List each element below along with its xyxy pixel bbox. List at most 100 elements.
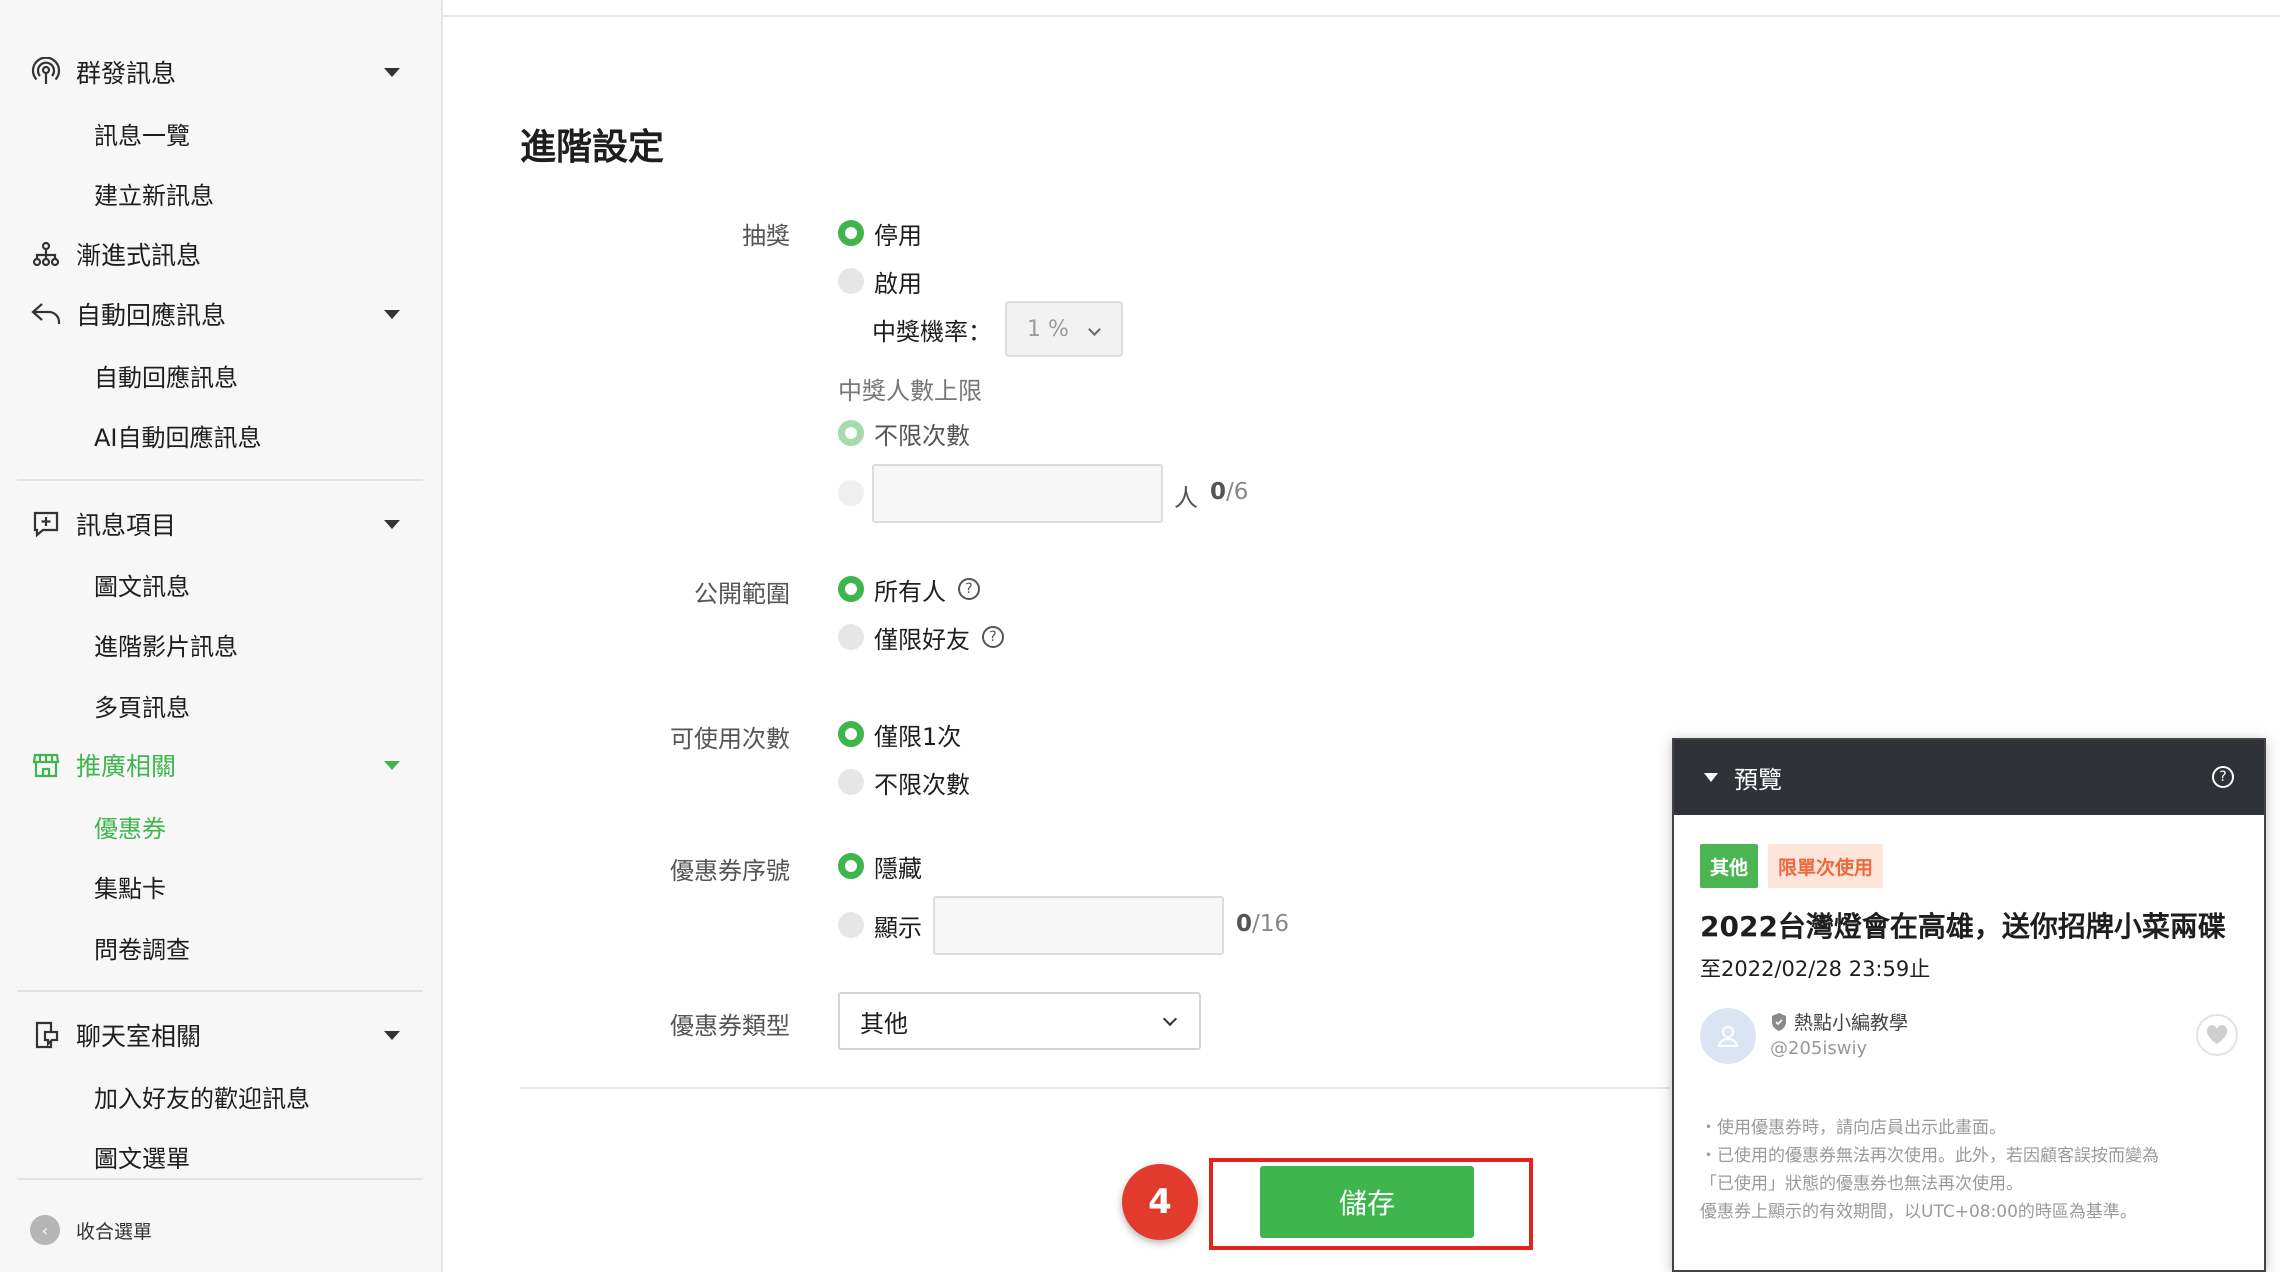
chevron-down-icon xyxy=(384,520,400,529)
sidebar: 群發訊息 訊息一覽 建立新訊息 漸進式訊息 自動回應訊息 自動回應訊息 AI自動… xyxy=(0,0,443,1272)
sidebar-group-promotion[interactable]: 推廣相關 xyxy=(30,737,410,793)
chat-room-icon xyxy=(30,1019,62,1051)
coupon-title: 2022台灣燈會在高雄，送你招牌小菜兩碟 xyxy=(1700,910,2226,943)
winners-unlimited-radio[interactable]: 不限次數 xyxy=(838,415,970,451)
chevron-down-icon xyxy=(384,1031,400,1040)
account-id: @205iswiy xyxy=(1770,1038,1868,1059)
chevron-left-icon: ‹ xyxy=(30,1215,60,1245)
sidebar-group-message-items[interactable]: 訊息項目 xyxy=(30,496,410,552)
sidebar-item-ai-auto-reply[interactable]: AI自動回應訊息 xyxy=(94,410,262,460)
chevron-down-icon xyxy=(1088,323,1101,336)
sidebar-item-reward-card[interactable]: 集點卡 xyxy=(94,861,166,911)
chevron-down-icon xyxy=(384,310,400,319)
visibility-everyone-radio[interactable]: 所有人 ? xyxy=(838,571,980,607)
sidebar-group-label: 自動回應訊息 xyxy=(76,301,227,330)
sidebar-item-rich-message[interactable]: 圖文訊息 xyxy=(94,559,190,609)
serial-show-radio[interactable]: 顯示 xyxy=(838,907,922,943)
preview-header[interactable]: 預覽 ? xyxy=(1674,740,2264,815)
flow-icon xyxy=(30,238,62,270)
sidebar-item-rich-menu[interactable]: 圖文選單 xyxy=(94,1131,190,1181)
coupon-notes: ・使用優惠券時，請向店員出示此畫面。 ・已使用的優惠券無法再次使用。此外，若因顧… xyxy=(1700,1114,2245,1226)
coupon-type-label: 優惠券類型 xyxy=(670,1012,790,1040)
winners-limit-label: 中獎人數上限 xyxy=(838,377,982,405)
usage-count-label: 可使用次數 xyxy=(670,725,790,753)
radio-unchecked xyxy=(838,480,864,506)
reply-icon xyxy=(30,298,62,330)
radio-unchecked xyxy=(838,912,864,938)
account-name: 熱點小編教學 xyxy=(1770,1008,1908,1035)
winners-count-input[interactable] xyxy=(872,464,1163,523)
note-line: 優惠券上顯示的有效期間，以UTC+08:00的時區為基準。 xyxy=(1700,1202,2137,1222)
radio-label: 隱藏 xyxy=(874,854,922,883)
favorite-button[interactable] xyxy=(2196,1014,2238,1056)
coupon-type-value: 其他 xyxy=(860,1009,908,1038)
store-icon xyxy=(30,749,62,781)
sidebar-item-coupon[interactable]: 優惠券 xyxy=(94,801,166,851)
radio-checked xyxy=(838,853,864,879)
broadcast-icon xyxy=(30,56,62,88)
sidebar-divider xyxy=(17,1178,423,1180)
lottery-enabled-radio[interactable]: 啟用 xyxy=(838,263,922,299)
caret-down-icon xyxy=(1704,773,1718,782)
preview-header-label: 預覽 xyxy=(1734,766,1782,794)
preview-panel: 預覽 ? 其他 限單次使用 2022台灣燈會在高雄，送你招牌小菜兩碟 至2022… xyxy=(1672,738,2266,1272)
sidebar-item-auto-reply[interactable]: 自動回應訊息 xyxy=(94,350,238,400)
message-plus-icon xyxy=(30,508,62,540)
radio-label: 不限次數 xyxy=(874,770,970,799)
lottery-label: 抽獎 xyxy=(742,222,790,250)
usage-once-radio[interactable]: 僅限1次 xyxy=(838,716,961,752)
radio-checked xyxy=(838,420,864,446)
save-button[interactable]: 儲存 xyxy=(1260,1166,1474,1238)
sidebar-group-label: 訊息項目 xyxy=(76,511,177,540)
sidebar-item-survey[interactable]: 問卷調查 xyxy=(94,922,190,972)
note-line: 「已使用」狀態的優惠券也無法再次使用。 xyxy=(1700,1174,2023,1194)
win-rate-select[interactable]: 1 % xyxy=(1005,301,1123,357)
form-divider xyxy=(520,1087,1670,1089)
help-icon[interactable]: ? xyxy=(982,626,1004,648)
chevron-down-icon xyxy=(384,761,400,770)
radio-label: 停用 xyxy=(874,221,922,250)
coupon-type-select[interactable]: 其他 xyxy=(838,992,1201,1050)
radio-unchecked xyxy=(838,624,864,650)
radio-label: 僅限1次 xyxy=(874,722,962,751)
usage-limit-tag: 限單次使用 xyxy=(1768,844,1884,888)
radio-label: 所有人 xyxy=(874,577,946,606)
sidebar-group-label: 推廣相關 xyxy=(76,752,177,781)
radio-label: 啟用 xyxy=(874,269,922,298)
sidebar-group-auto-reply[interactable]: 自動回應訊息 xyxy=(30,286,410,342)
radio-checked xyxy=(838,721,864,747)
top-divider xyxy=(443,15,2280,17)
chevron-down-icon xyxy=(384,68,400,77)
win-rate-label: 中獎機率： xyxy=(872,318,992,346)
serial-label: 優惠券序號 xyxy=(670,857,790,885)
sidebar-divider xyxy=(17,990,423,992)
winners-counter: 0/6 xyxy=(1210,479,1249,505)
usage-unlimited-radio[interactable]: 不限次數 xyxy=(838,764,970,800)
serial-input[interactable] xyxy=(933,896,1224,955)
section-title: 進階設定 xyxy=(520,127,665,168)
collapse-menu-button[interactable]: ‹ 收合選單 xyxy=(30,1210,152,1250)
help-icon[interactable]: ? xyxy=(2212,766,2234,788)
help-icon[interactable]: ? xyxy=(958,578,980,600)
winners-limit-radio[interactable] xyxy=(838,475,874,511)
sidebar-group-step-message[interactable]: 漸進式訊息 xyxy=(30,226,410,282)
sidebar-item-create-message[interactable]: 建立新訊息 xyxy=(94,168,214,218)
radio-unchecked xyxy=(838,769,864,795)
sidebar-item-message-list[interactable]: 訊息一覽 xyxy=(94,108,190,158)
serial-hide-radio[interactable]: 隱藏 xyxy=(838,848,922,884)
radio-unchecked xyxy=(838,268,864,294)
sidebar-group-label: 群發訊息 xyxy=(76,59,177,88)
sidebar-item-rich-video[interactable]: 進階影片訊息 xyxy=(94,619,238,669)
sidebar-group-label: 漸進式訊息 xyxy=(76,241,202,270)
sidebar-group-chat-room[interactable]: 聊天室相關 xyxy=(30,1007,410,1063)
lottery-disabled-radio[interactable]: 停用 xyxy=(838,215,922,251)
sidebar-item-card-message[interactable]: 多頁訊息 xyxy=(94,680,190,730)
user-icon xyxy=(1717,1026,1739,1047)
win-rate-value: 1 % xyxy=(1027,316,1069,342)
radio-label: 僅限好友 xyxy=(874,625,970,654)
sidebar-item-greeting[interactable]: 加入好友的歡迎訊息 xyxy=(94,1071,310,1121)
note-line: ・已使用的優惠券無法再次使用。此外，若因顧客誤按而變為 xyxy=(1700,1146,2159,1166)
visibility-friends-radio[interactable]: 僅限好友 ? xyxy=(838,619,1004,655)
radio-checked xyxy=(838,220,864,246)
sidebar-group-broadcast[interactable]: 群發訊息 xyxy=(30,44,410,100)
